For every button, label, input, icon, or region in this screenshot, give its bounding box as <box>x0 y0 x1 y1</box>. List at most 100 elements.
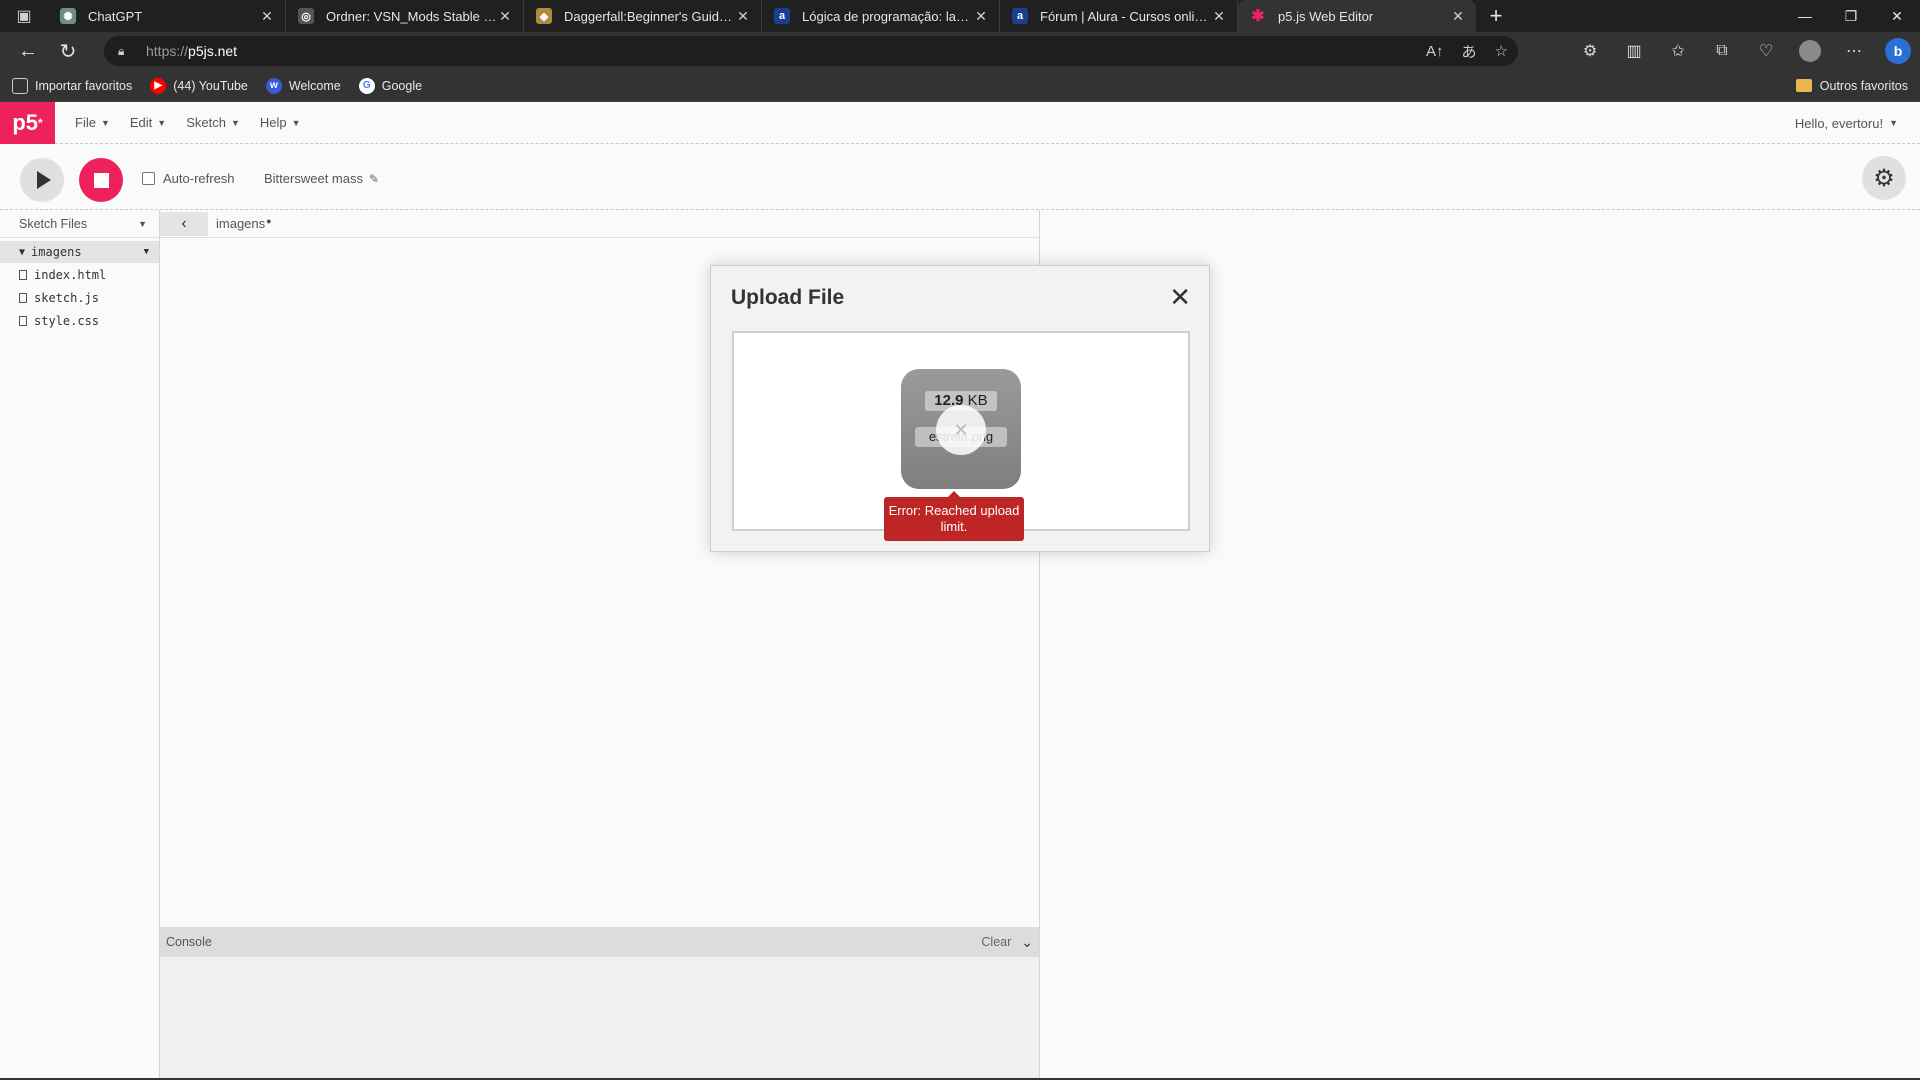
translate-icon[interactable]: あ <box>1462 41 1477 62</box>
close-tab-icon[interactable]: ✕ <box>259 8 275 25</box>
favorites-icon[interactable]: ✩ <box>1656 32 1700 70</box>
console-label: Console <box>166 935 212 949</box>
browser-tab-active[interactable]: ✱ p5.js Web Editor ✕ <box>1238 0 1476 32</box>
caret-down-icon: ▼ <box>230 117 240 128</box>
file-label: sketch.js <box>34 290 100 305</box>
reload-icon[interactable]: ↻ <box>48 32 88 70</box>
auto-refresh-label: Auto-refresh <box>163 171 235 186</box>
editor-nav: p5 * File ▼ Edit ▼ Sketch ▼ Help ▼ Hello, eve… <box>0 101 1920 144</box>
close-tab-icon[interactable]: ✕ <box>735 8 751 25</box>
console-panel: Console Clear ⌄ <box>160 927 1039 1080</box>
pencil-icon[interactable]: ✎ <box>369 172 379 186</box>
google-icon: G <box>358 77 375 94</box>
other-favorites[interactable]: Outros favoritos <box>1795 79 1908 93</box>
favorite-label: Welcome <box>288 78 341 93</box>
tab-title: p5.js Web Editor <box>1278 8 1374 24</box>
menu-sketch[interactable]: Sketch ▼ <box>186 115 240 130</box>
browser-tab[interactable]: ◆ Daggerfall:Beginner's Guide - Th ✕ <box>524 0 762 32</box>
chevron-down-icon[interactable]: ⌄ <box>1021 934 1033 951</box>
auto-refresh-checkbox[interactable] <box>142 172 155 185</box>
folder-item[interactable]: ▼ imagens ▼ <box>0 241 159 263</box>
performance-icon[interactable]: ♡ <box>1744 32 1788 70</box>
file-icon <box>19 315 27 326</box>
unsaved-dot-icon: ● <box>266 216 272 226</box>
upload-dropzone[interactable]: 12.9 KB estrela.png ✕ Error: Reached upl… <box>732 331 1190 541</box>
folder-expand-icon[interactable]: ▼ <box>19 247 25 258</box>
favorite-youtube[interactable]: ▶ (44) YouTube <box>150 77 248 94</box>
youtube-icon: ▶ <box>150 77 167 94</box>
browser-tab[interactable]: ◎ Ordner: VSN_Mods Stable - fileh ✕ <box>286 0 524 32</box>
folder-label: imagens <box>31 245 82 259</box>
file-item[interactable]: sketch.js <box>0 286 159 309</box>
editor-toolbar: Auto-refresh Bittersweet mass ✎ ⚙ <box>0 144 1920 210</box>
close-tab-icon[interactable]: ✕ <box>973 8 989 25</box>
editor-file-tab: ‹ imagens● <box>160 210 1040 238</box>
file-item[interactable]: style.css <box>0 309 159 332</box>
browser-tab[interactable]: a Fórum | Alura - Cursos online de ✕ <box>1000 0 1238 32</box>
alura-icon: a <box>774 8 790 24</box>
lock-icon: 🔒︎ <box>118 43 125 58</box>
chevron-left-icon: ‹ <box>181 214 187 232</box>
file-label: index.html <box>34 267 107 282</box>
sidebar-header[interactable]: Sketch Files ▼ <box>0 210 159 238</box>
new-tab-icon[interactable]: + <box>1480 0 1512 32</box>
user-menu[interactable]: Hello, evertoru! ▼ <box>1795 102 1898 144</box>
favorite-import[interactable]: Importar favoritos <box>12 77 133 94</box>
file-item[interactable]: index.html <box>0 263 159 286</box>
close-icon[interactable]: ✕ <box>1169 284 1191 310</box>
profile-avatar[interactable] <box>1788 32 1832 70</box>
more-icon[interactable]: ⋯ <box>1832 32 1876 70</box>
favorite-google[interactable]: G Google <box>358 77 422 94</box>
read-aloud-icon[interactable]: A↑ <box>1426 43 1444 60</box>
gear-icon: ⚙ <box>1873 164 1895 192</box>
error-mark-icon: ✕ <box>936 405 986 455</box>
collections-icon[interactable]: ⧉ <box>1700 32 1744 70</box>
collapse-sidebar-button[interactable]: ‹ <box>160 211 208 236</box>
bing-button[interactable]: b <box>1876 32 1920 70</box>
back-icon[interactable]: ← <box>8 32 48 70</box>
caret-down-icon: ▼ <box>291 117 301 128</box>
restore-icon[interactable]: ❐ <box>1828 0 1874 32</box>
file-label: style.css <box>34 313 100 328</box>
play-button[interactable] <box>20 158 64 202</box>
address-bar[interactable]: 🔒︎ https://p5js.net A↑ あ ☆ <box>104 36 1518 66</box>
error-tooltip: Error: Reached upload limit. <box>884 491 1024 541</box>
url-text: https://p5js.net <box>146 43 238 59</box>
browser-tab[interactable]: a Lógica de programação: laços e l ✕ <box>762 0 1000 32</box>
sketch-name-label: Bittersweet mass <box>264 171 363 186</box>
sidebar-title: Sketch Files <box>19 216 88 231</box>
file-icon <box>19 292 27 303</box>
caret-down-icon[interactable]: ▼ <box>144 247 149 257</box>
console-clear-button[interactable]: Clear <box>981 935 1011 949</box>
play-icon <box>37 171 51 189</box>
extensions-icon[interactable]: ⚙︎ <box>1568 32 1612 70</box>
menu-help[interactable]: Help ▼ <box>260 115 301 130</box>
minimize-icon[interactable]: — <box>1782 0 1828 32</box>
favorite-welcome[interactable]: w Welcome <box>265 77 341 94</box>
close-tab-icon[interactable]: ✕ <box>1450 8 1466 25</box>
caret-down-icon: ▼ <box>157 117 167 128</box>
favorite-star-icon[interactable]: ☆ <box>1495 42 1508 60</box>
close-tab-icon[interactable]: ✕ <box>497 8 513 25</box>
tab-actions-icon[interactable]: ▣ <box>0 0 48 32</box>
close-window-icon[interactable]: ✕ <box>1874 0 1920 32</box>
caret-down-icon[interactable]: ▼ <box>138 219 147 229</box>
menu-edit[interactable]: Edit ▼ <box>130 115 166 130</box>
browser-tab-bar: ▣ ✺ ChatGPT ✕ ◎ Ordner: VSN_Mods Stable … <box>0 0 1920 32</box>
address-bar-row: ← ↻ 🔒︎ https://p5js.net A↑ あ ☆ ⚙︎ ▥ ✩ ⧉ … <box>0 32 1920 70</box>
browser-tab[interactable]: ✺ ChatGPT ✕ <box>48 0 286 32</box>
split-screen-icon[interactable]: ▥ <box>1612 32 1656 70</box>
close-tab-icon[interactable]: ✕ <box>1211 8 1227 25</box>
folder-icon <box>1795 79 1812 92</box>
sketch-name[interactable]: Bittersweet mass ✎ <box>264 171 379 186</box>
settings-button[interactable]: ⚙ <box>1862 156 1906 200</box>
stop-icon <box>93 172 109 188</box>
stop-button[interactable] <box>79 158 123 202</box>
bing-icon: b <box>1885 38 1911 64</box>
favorite-label: Importar favoritos <box>35 78 133 93</box>
menu-file[interactable]: File ▼ <box>75 115 110 130</box>
auto-refresh[interactable]: Auto-refresh <box>142 171 235 186</box>
tab-title: ChatGPT <box>88 8 143 24</box>
p5-logo[interactable]: p5 * <box>0 101 55 144</box>
caret-down-icon: ▼ <box>100 117 110 128</box>
